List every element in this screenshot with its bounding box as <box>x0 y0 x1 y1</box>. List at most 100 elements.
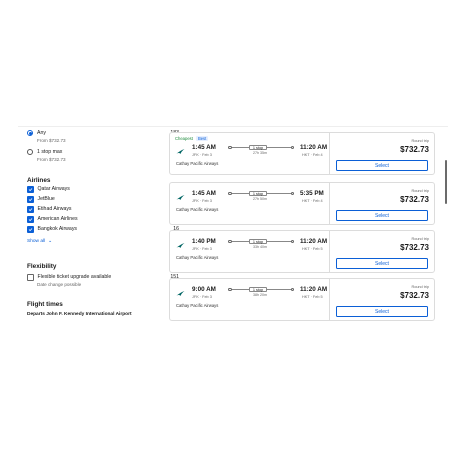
price: $732.73 <box>400 243 429 252</box>
arrival-time: 11:20 AM <box>300 144 328 151</box>
price: $732.73 <box>400 195 429 204</box>
airline-label: American Airlines <box>37 216 78 223</box>
show-all-airlines-link[interactable]: Show all ⌄ <box>27 239 179 244</box>
departs-label: Departs John F. Kennedy International Ai… <box>27 312 132 317</box>
arrival-airport: HKT · Feb 4 <box>302 199 323 203</box>
checkbox[interactable] <box>27 226 34 233</box>
carrier-name: Cathay Pacific Airways <box>176 303 219 308</box>
airline-label: Bangkok Airways <box>37 226 78 233</box>
option-label: Any <box>37 130 46 136</box>
airline-item[interactable]: Bangkok Airways 16 <box>27 226 179 233</box>
stops-badge: 1 stop <box>249 144 267 150</box>
itinerary: 1:40 PM JFK · Feb 3 1 stop 33h 40m 11:20 AM H… <box>170 231 328 272</box>
option-price: From $732.73 <box>37 138 66 143</box>
route-dot <box>290 239 294 244</box>
flexibility-heading: Flexibility <box>27 263 57 270</box>
departure-airport: JFK · Feb 3 <box>192 247 212 251</box>
route-dot <box>290 191 294 196</box>
option-sub: Date change possible <box>37 282 82 287</box>
price-panel: Round trip $732.73 Select <box>329 231 434 272</box>
option-label: 1 stop max <box>37 149 63 155</box>
flight-times-heading: Flight times <box>27 301 63 308</box>
carrier-name: Cathay Pacific Airways <box>176 161 219 166</box>
departure-airport: JFK · Feb 3 <box>192 153 212 157</box>
arrival-airport: HKT · Feb 5 <box>302 247 323 251</box>
best-tag: Best <box>195 136 209 141</box>
stops-badge: 1 stop <box>249 190 267 196</box>
radio-button[interactable] <box>27 130 33 136</box>
round-trip-label: Round trip <box>411 139 429 143</box>
price-panel: Round trip $732.73 Select <box>329 133 434 174</box>
route-dot <box>290 145 294 150</box>
airline-label: Qatar Airways <box>37 186 70 193</box>
airline-item[interactable]: JetBlue 21 <box>27 196 179 203</box>
departure-airport: JFK · Feb 3 <box>192 199 212 203</box>
stops-badge: 1 stop <box>249 238 267 244</box>
price-panel: Round trip $732.73 Select <box>329 183 434 224</box>
select-button[interactable]: Select <box>336 258 428 269</box>
carrier-name: Cathay Pacific Airways <box>176 255 219 260</box>
flight-result-card[interactable]: Cheapest Best 1:45 AM JFK · Feb 3 1 stop 27h … <box>169 132 435 175</box>
checkbox[interactable] <box>27 196 34 203</box>
price: $732.73 <box>400 291 429 300</box>
route-dot <box>228 287 232 292</box>
itinerary: 9:00 AM JFK · Feb 3 1 stop 38h 20m 11:20 AM H… <box>170 279 328 320</box>
cathay-pacific-logo-icon <box>176 149 185 154</box>
airline-label: JetBlue <box>37 196 55 203</box>
itinerary: 1:45 AM JFK · Feb 3 1 stop 27h 50m 5:35 PM HK… <box>170 183 328 224</box>
scrollbar[interactable] <box>445 160 447 204</box>
departure-time: 1:45 AM <box>192 190 216 197</box>
arrival-airport: HKT · Feb 5 <box>302 295 323 299</box>
price: $732.73 <box>400 145 429 154</box>
app-frame: Any 183 From $732.73 1 stop max 62 From … <box>18 126 448 324</box>
airlines-heading: Airlines <box>27 177 51 184</box>
arrival-airport: HKT · Feb 4 <box>302 153 323 157</box>
route-dot <box>228 239 232 244</box>
departure-time: 9:00 AM <box>192 286 216 293</box>
option-price: From $732.73 <box>37 157 66 162</box>
airline-item[interactable]: Qatar Airways 22 <box>27 186 179 193</box>
departure-airport: JFK · Feb 3 <box>192 295 212 299</box>
select-button[interactable]: Select <box>336 160 428 171</box>
flight-result-card[interactable]: 9:00 AM JFK · Feb 3 1 stop 38h 20m 11:20 AM H… <box>169 278 435 321</box>
round-trip-label: Round trip <box>411 189 429 193</box>
option-label: Flexible ticket upgrade available <box>37 274 112 281</box>
cheapest-tag: Cheapest <box>175 136 193 141</box>
duration: 33h 40m <box>253 245 267 249</box>
departure-time: 1:40 PM <box>192 238 216 245</box>
carrier-name: Cathay Pacific Airways <box>176 207 219 212</box>
stops-option-any[interactable]: Any 183 <box>27 130 179 136</box>
route-dot <box>228 145 232 150</box>
result-tags: Cheapest Best <box>175 136 209 141</box>
duration: 38h 20m <box>253 293 267 297</box>
round-trip-label: Round trip <box>411 237 429 241</box>
itinerary: Cheapest Best 1:45 AM JFK · Feb 3 1 stop 27h … <box>170 133 328 174</box>
checkbox[interactable] <box>27 186 34 193</box>
radio-button[interactable] <box>27 149 33 155</box>
duration: 27h 35m <box>253 151 267 155</box>
flight-result-card[interactable]: 1:40 PM JFK · Feb 3 1 stop 33h 40m 11:20 AM H… <box>169 230 435 273</box>
stops-option-1-stop[interactable]: 1 stop max 62 <box>27 149 179 155</box>
cathay-pacific-logo-icon <box>176 291 185 296</box>
airline-item[interactable]: Etihad Airways 20 <box>27 206 179 213</box>
checkbox[interactable] <box>27 216 34 223</box>
cathay-pacific-logo-icon <box>176 195 185 200</box>
checkbox[interactable] <box>27 206 34 213</box>
route-dot <box>228 191 232 196</box>
flexible-ticket-option[interactable]: Flexible ticket upgrade available 151 <box>27 274 179 281</box>
flight-result-card[interactable]: 1:45 AM JFK · Feb 3 1 stop 27h 50m 5:35 PM HK… <box>169 182 435 225</box>
departure-time: 1:45 AM <box>192 144 216 151</box>
price-panel: Round trip $732.73 Select <box>329 279 434 320</box>
cathay-pacific-logo-icon <box>176 243 185 248</box>
route-dot <box>290 287 294 292</box>
select-button[interactable]: Select <box>336 306 428 317</box>
airline-label: Etihad Airways <box>37 206 72 213</box>
checkbox[interactable] <box>27 274 34 281</box>
show-all-label: Show all <box>27 239 46 244</box>
filters-sidebar: Any 183 From $732.73 1 stop max 62 From … <box>27 126 179 324</box>
arrival-time: 11:20 AM <box>300 238 328 245</box>
arrival-time: 11:20 AM <box>300 286 328 293</box>
airline-item[interactable]: American Airlines 16 <box>27 216 179 223</box>
round-trip-label: Round trip <box>411 285 429 289</box>
select-button[interactable]: Select <box>336 210 428 221</box>
